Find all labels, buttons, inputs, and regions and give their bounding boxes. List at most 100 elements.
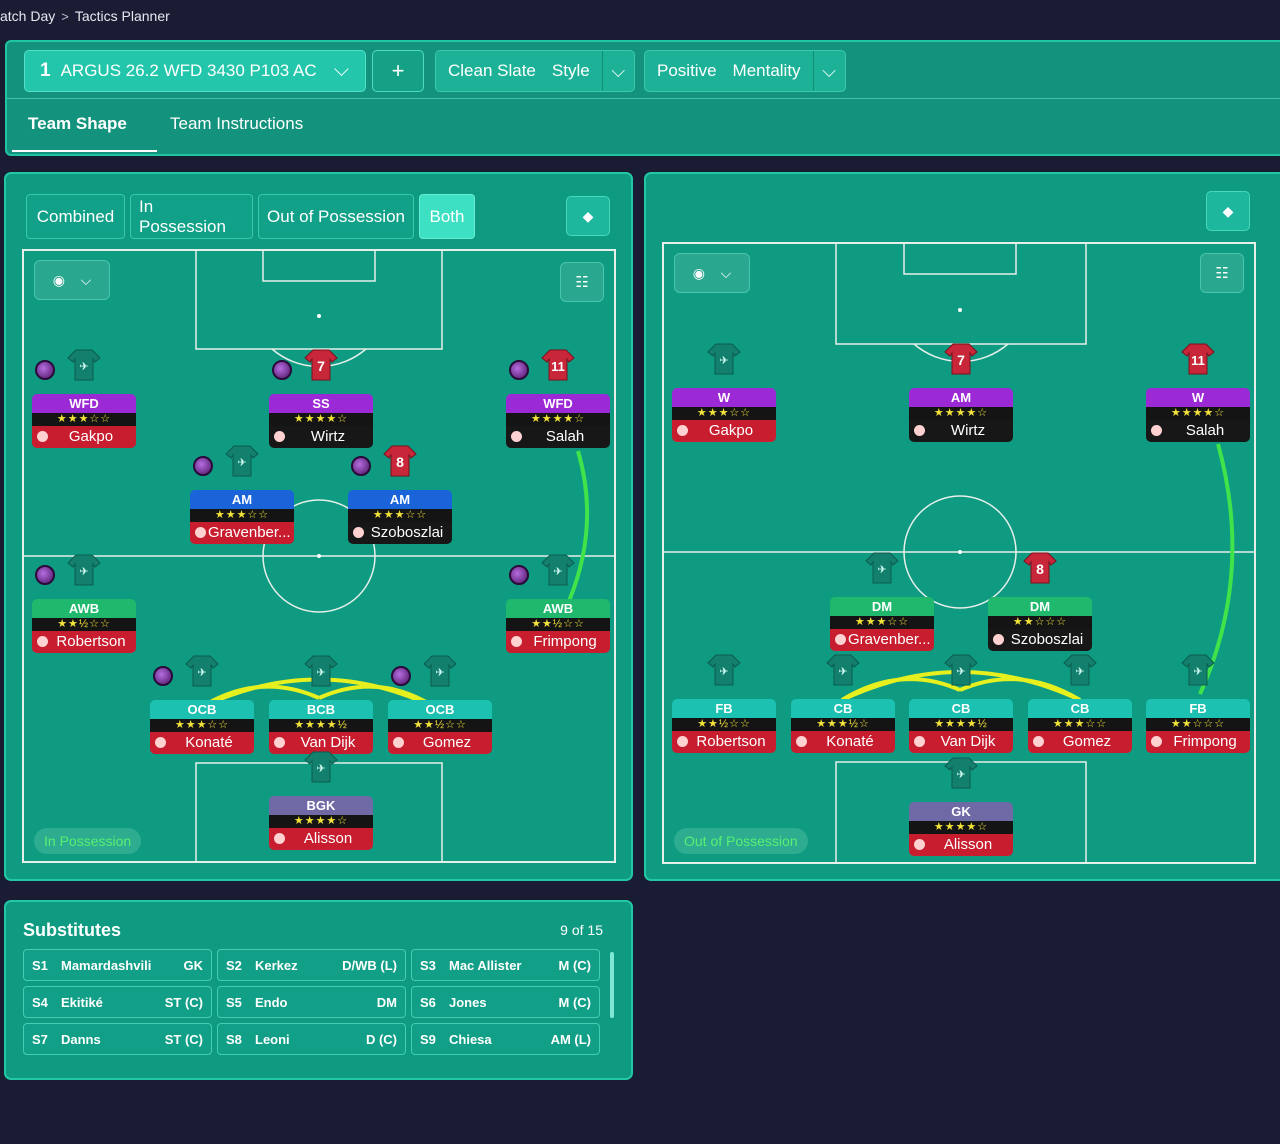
player-card[interactable]: 8 DM ★★☆☆☆ Szoboszlai	[988, 552, 1092, 651]
status-dot	[351, 456, 371, 476]
player-card[interactable]: ✈ DM ★★★☆☆ Gravenber...	[830, 552, 934, 651]
style-dropdown[interactable]: Clean Slate Style ⌵	[435, 50, 635, 92]
player-name: Salah	[1146, 420, 1250, 442]
player-name: Frimpong	[1146, 731, 1250, 753]
player-card[interactable]: ✈ BGK ★★★★☆ Alisson	[269, 751, 373, 850]
player-card[interactable]: ✈ AM ★★★☆☆ Gravenber...	[190, 445, 294, 544]
player-card[interactable]: ✈ OCB ★★★☆☆ Konaté	[150, 655, 254, 754]
mentality-dropdown[interactable]: Positive Mentality ⌵	[644, 50, 846, 92]
player-card[interactable]: ✈ FB ★★½☆☆ Robertson	[672, 654, 776, 753]
rating-stars: ★★★★☆	[909, 821, 1013, 834]
sub-slot: S3	[420, 957, 436, 973]
player-name: Gakpo	[32, 426, 136, 448]
player-card[interactable]: 11 WFD ★★★★☆ Salah	[506, 349, 610, 448]
player-card[interactable]: 7 SS ★★★★☆ Wirtz	[269, 349, 373, 448]
rating-stars: ★★★☆☆	[348, 509, 452, 522]
mentality-label: Mentality	[732, 61, 801, 80]
sub-row[interactable]: S8 Leoni D (C)	[217, 1023, 406, 1055]
sub-name: Mamardashvili	[61, 957, 152, 973]
player-card[interactable]: ✈ AWB ★★½☆☆ Frimpong	[506, 554, 610, 653]
player-card[interactable]: 7 AM ★★★★☆ Wirtz	[909, 343, 1013, 442]
substitutes-scrollbar[interactable]	[610, 952, 614, 1018]
tab-team-shape[interactable]: Team Shape	[28, 114, 127, 134]
sub-row[interactable]: S7 Danns ST (C)	[23, 1023, 212, 1055]
rating-stars: ★★½☆☆	[32, 618, 136, 631]
rating-stars: ★★★½☆	[791, 718, 895, 731]
tab-combined[interactable]: Combined	[26, 194, 125, 239]
eye-icon[interactable]: ◉ ⌵	[34, 260, 110, 300]
player-card[interactable]: ✈ CB ★★★★½ Van Dijk	[909, 654, 1013, 753]
diamond-icon[interactable]: ◆	[566, 196, 610, 236]
eye-icon[interactable]: ◉ ⌵	[674, 253, 750, 293]
role-label: BCB	[269, 700, 373, 719]
grid-icon[interactable]: ☷	[1200, 253, 1244, 293]
player-card[interactable]: 8 AM ★★★☆☆ Szoboszlai	[348, 445, 452, 544]
tab-in-possession[interactable]: In Possession	[130, 194, 253, 239]
svg-text:✈: ✈	[719, 355, 728, 367]
shirt-number: 11	[1191, 353, 1205, 368]
sub-row[interactable]: S2 Kerkez D/WB (L)	[217, 949, 406, 981]
role-label: CB	[909, 699, 1013, 718]
sub-row[interactable]: S4 Ekitiké ST (C)	[23, 986, 212, 1018]
tactic-name: ARGUS 26.2 WFD 3430 P103 AC	[60, 61, 317, 80]
tactic-header: 1 ARGUS 26.2 WFD 3430 P103 AC ⌵ + Clean …	[5, 40, 1280, 156]
status-dot	[391, 666, 411, 686]
player-card[interactable]: ✈ CB ★★★½☆ Konaté	[791, 654, 895, 753]
sub-row[interactable]: S1 Mamardashvili GK	[23, 949, 212, 981]
sub-row[interactable]: S5 Endo DM	[217, 986, 406, 1018]
role-label: SS	[269, 394, 373, 413]
role-label: AWB	[506, 599, 610, 618]
player-card[interactable]: ✈ FB ★★☆☆☆ Frimpong	[1146, 654, 1250, 753]
svg-text:✈: ✈	[197, 667, 206, 679]
mentality-value: Positive	[657, 61, 717, 80]
active-tab-indicator	[12, 150, 157, 152]
shirt-number: 7	[317, 358, 325, 374]
status-dot	[509, 565, 529, 585]
svg-text:✈: ✈	[79, 566, 88, 578]
tab-team-instructions[interactable]: Team Instructions	[170, 114, 303, 134]
player-card[interactable]: ✈ WFD ★★★☆☆ Gakpo	[32, 349, 136, 448]
add-tactic-button[interactable]: +	[372, 50, 424, 92]
style-value: Clean Slate	[448, 61, 536, 80]
tactic-select[interactable]: 1 ARGUS 26.2 WFD 3430 P103 AC ⌵	[24, 50, 366, 92]
rating-stars: ★★★☆☆	[150, 719, 254, 732]
role-label: OCB	[150, 700, 254, 719]
player-card[interactable]: ✈ AWB ★★½☆☆ Robertson	[32, 554, 136, 653]
pitch-in-possession: ◉ ⌵ ☷ In Possession ✈ WFD ★★★☆☆ Gakpo 7 …	[22, 249, 616, 863]
rating-stars: ★★½☆☆	[672, 718, 776, 731]
shirt-icon: ✈	[826, 654, 860, 686]
shirt-icon: 8	[1023, 552, 1057, 584]
svg-text:✈: ✈	[1193, 666, 1202, 678]
sub-row[interactable]: S6 Jones M (C)	[411, 986, 600, 1018]
player-card[interactable]: ✈ BCB ★★★★½ Van Dijk	[269, 655, 373, 754]
role-label: FB	[1146, 699, 1250, 718]
sub-slot: S1	[32, 957, 48, 973]
breadcrumb-parent[interactable]: atch Day	[0, 8, 55, 24]
role-label: WFD	[506, 394, 610, 413]
player-card[interactable]: ✈ GK ★★★★☆ Alisson	[909, 757, 1013, 856]
sub-row[interactable]: S3 Mac Allister M (C)	[411, 949, 600, 981]
sub-slot: S8	[226, 1031, 242, 1047]
substitutes-title: Substitutes	[23, 920, 122, 940]
player-card[interactable]: ✈ W ★★★☆☆ Gakpo	[672, 343, 776, 442]
player-card[interactable]: ✈ OCB ★★½☆☆ Gomez	[388, 655, 492, 754]
rating-stars: ★★★★☆	[909, 407, 1013, 420]
tab-divider	[7, 98, 1280, 99]
pitch-out-of-possession: ◉ ⌵ ☷ Out of Possession ✈ W ★★★☆☆ Gakpo …	[662, 242, 1256, 864]
player-card[interactable]: ✈ CB ★★★☆☆ Gomez	[1028, 654, 1132, 753]
sub-row[interactable]: S9 Chiesa AM (L)	[411, 1023, 600, 1055]
player-card[interactable]: 11 W ★★★★☆ Salah	[1146, 343, 1250, 442]
role-label: W	[672, 388, 776, 407]
tab-both[interactable]: Both	[419, 194, 475, 239]
tab-out-of-possession[interactable]: Out of Possession	[258, 194, 414, 239]
svg-text:✈: ✈	[79, 361, 88, 373]
diamond-icon[interactable]: ◆	[1206, 191, 1250, 231]
sub-position: D/WB (L)	[342, 957, 397, 973]
chevron-down-icon[interactable]: ⌵	[812, 51, 845, 91]
svg-text:✈: ✈	[877, 564, 886, 576]
player-name: Robertson	[32, 631, 136, 653]
status-dot	[35, 565, 55, 585]
svg-text:✈: ✈	[1075, 666, 1084, 678]
grid-icon[interactable]: ☷	[560, 262, 604, 302]
chevron-down-icon[interactable]: ⌵	[601, 51, 634, 91]
